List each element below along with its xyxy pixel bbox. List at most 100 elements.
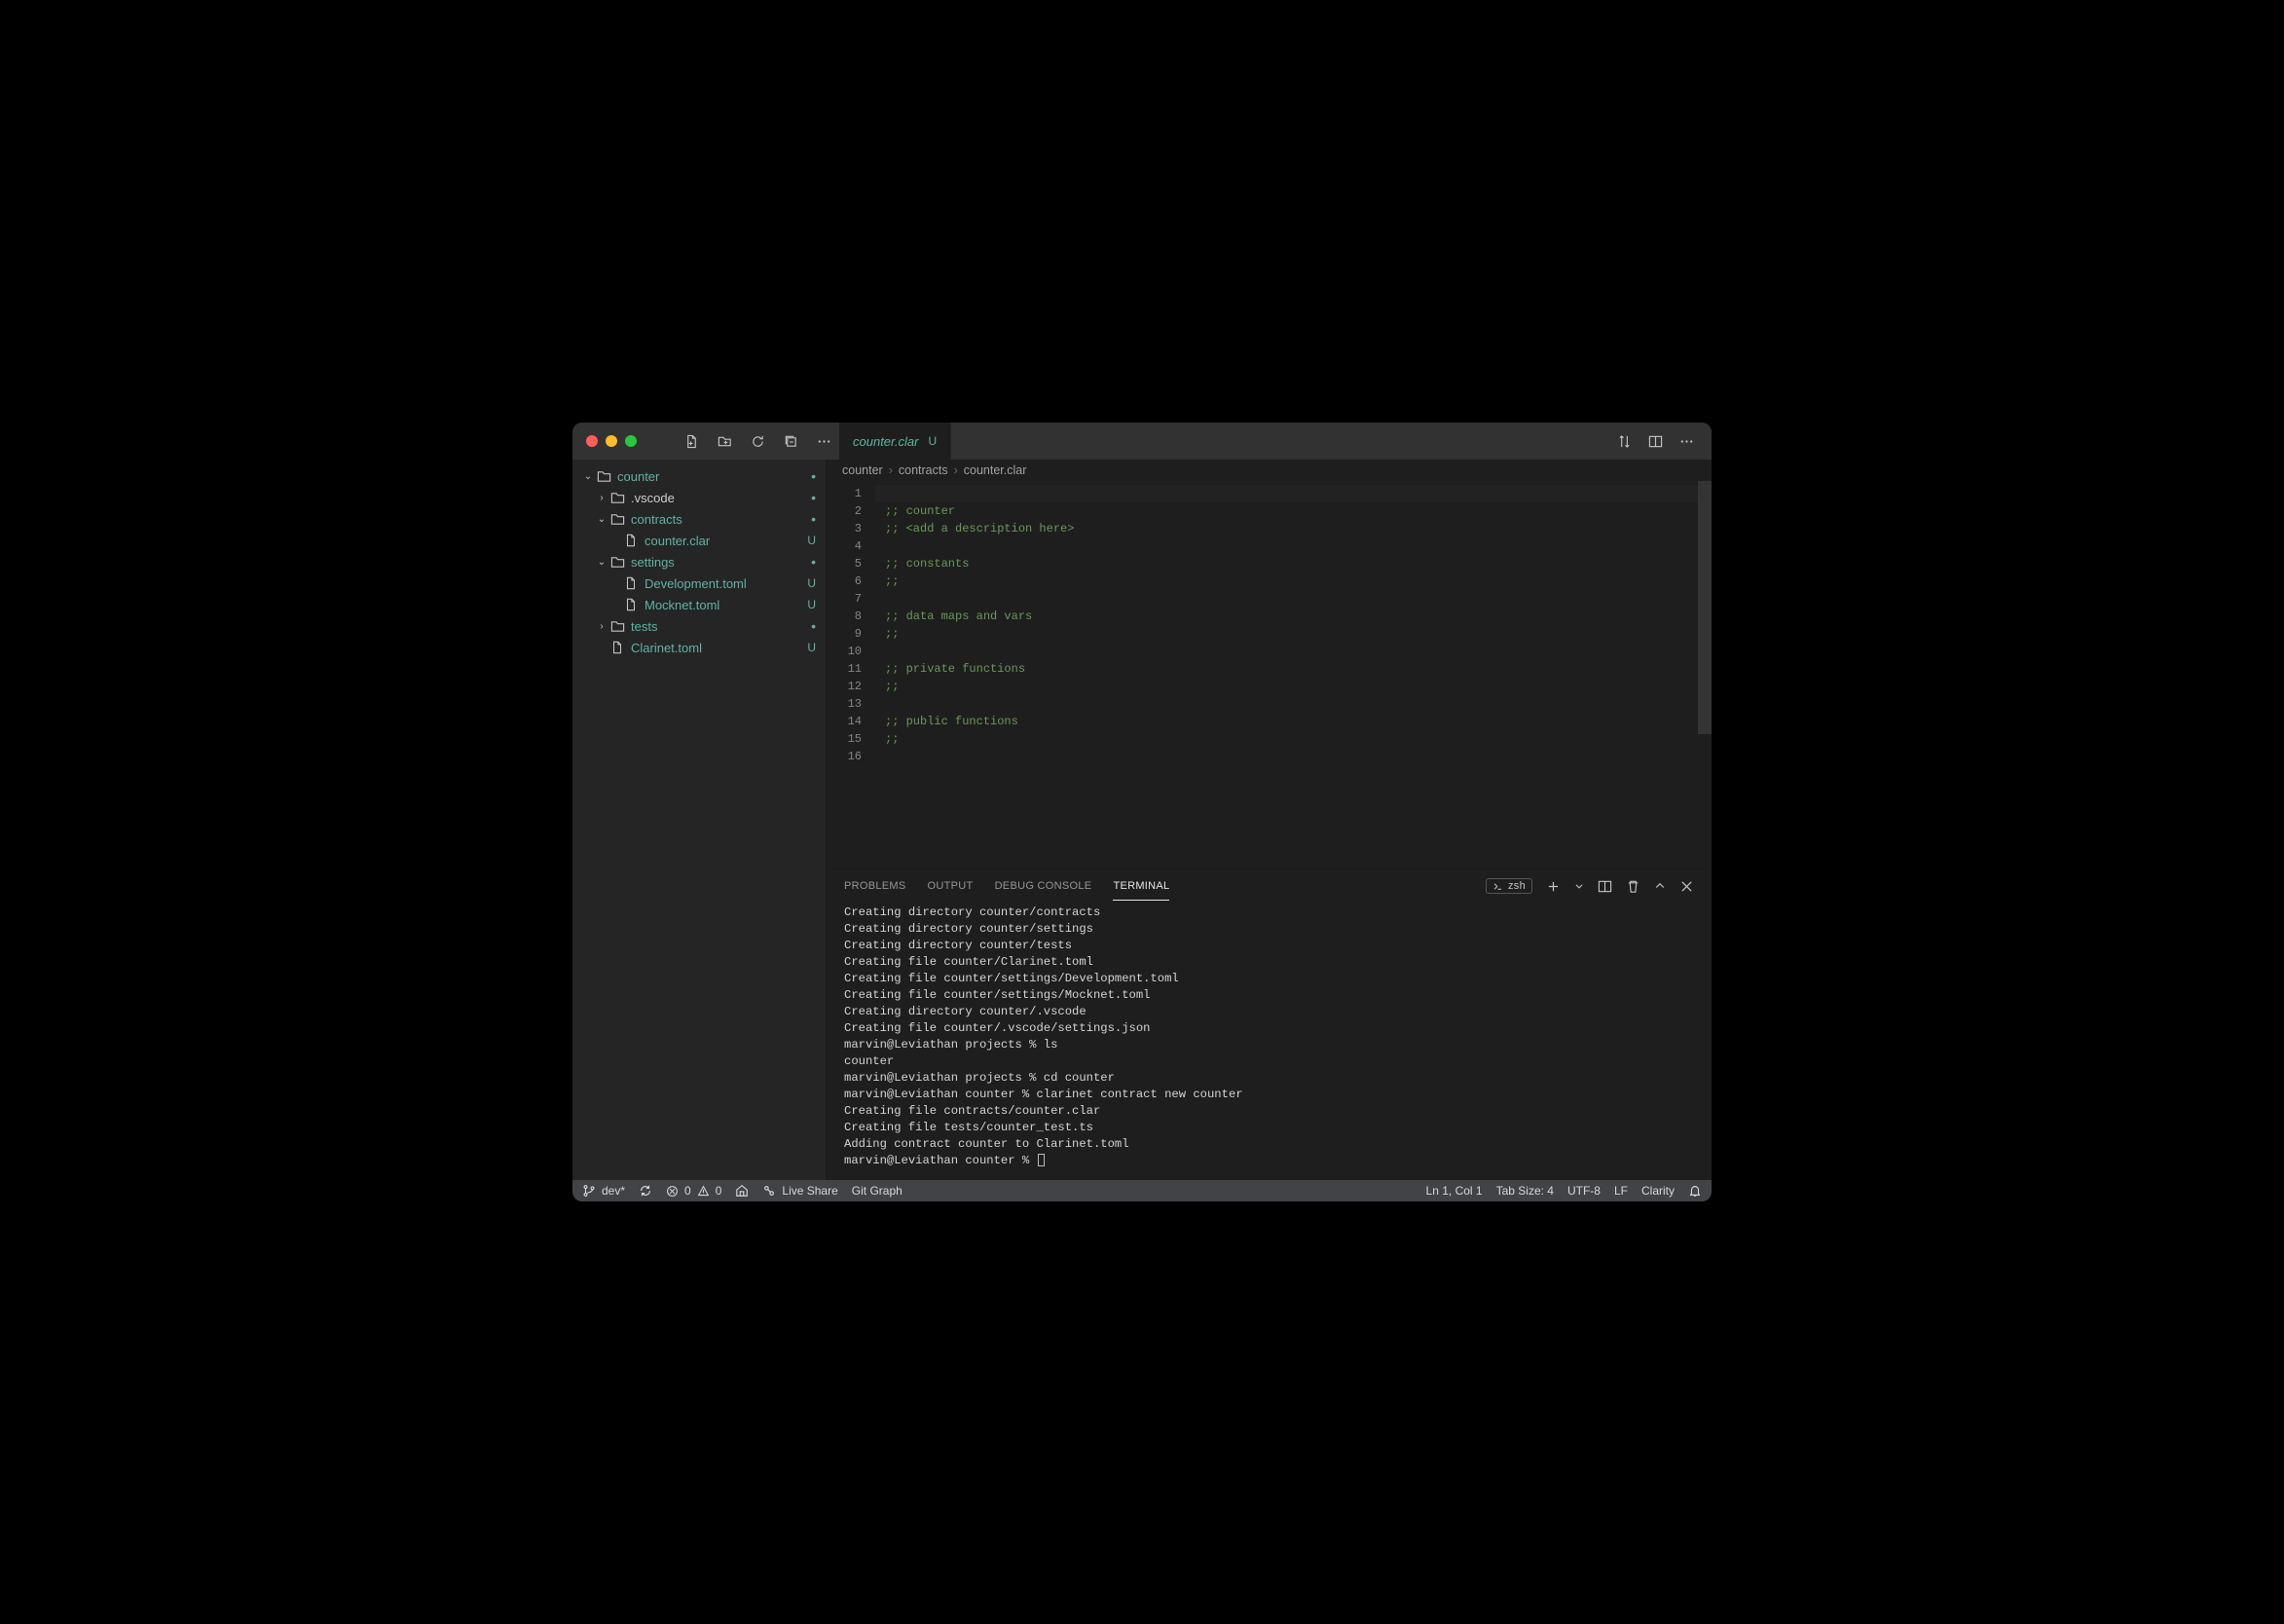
terminal-line: marvin@Leviathan projects % ls	[844, 1037, 1694, 1053]
status-encoding[interactable]: UTF-8	[1567, 1184, 1601, 1198]
code-line[interactable]: ;;	[875, 572, 1698, 590]
breadcrumb-item[interactable]: contracts	[899, 463, 948, 477]
kill-terminal-icon[interactable]	[1626, 879, 1640, 894]
status-cursor-position[interactable]: Ln 1, Col 1	[1426, 1184, 1483, 1198]
status-eol[interactable]: LF	[1614, 1184, 1628, 1198]
code-line[interactable]: ;; private functions	[875, 660, 1698, 678]
editor-scrollbar[interactable]	[1698, 481, 1712, 868]
tree-file[interactable]: Development.tomlU	[572, 572, 826, 594]
code-content[interactable]: ;; counter;; <add a description here> ;; …	[875, 481, 1698, 868]
folder-icon	[596, 468, 611, 484]
new-file-icon[interactable]	[683, 433, 699, 449]
code-line[interactable]: ;; <add a description here>	[875, 520, 1698, 537]
tree-folder[interactable]: ⌄counter•	[572, 465, 826, 487]
line-number: 11	[827, 660, 862, 678]
line-number: 15	[827, 730, 862, 748]
split-terminal-icon[interactable]	[1598, 879, 1612, 894]
editor-tabs: counter.clar U	[839, 423, 951, 460]
terminal-line: Creating directory counter/settings	[844, 921, 1694, 938]
tree-file[interactable]: Mocknet.tomlU	[572, 594, 826, 615]
breadcrumbs[interactable]: counter › contracts › counter.clar	[827, 460, 1712, 481]
split-editor-icon[interactable]	[1647, 433, 1663, 449]
chevron-down-icon[interactable]: ⌄	[594, 514, 609, 525]
code-line[interactable]: ;; public functions	[875, 713, 1698, 730]
chevron-down-icon[interactable]: ⌄	[580, 471, 596, 482]
tree-file[interactable]: Clarinet.tomlU	[572, 637, 826, 658]
panel-tab-output[interactable]: OUTPUT	[928, 872, 974, 900]
chevron-right-icon[interactable]: ›	[594, 493, 609, 503]
tree-folder[interactable]: ⌄settings•	[572, 551, 826, 572]
new-terminal-icon[interactable]	[1546, 879, 1561, 894]
code-line[interactable]: ;; data maps and vars	[875, 608, 1698, 625]
editor[interactable]: 12345678910111213141516 ;; counter;; <ad…	[827, 481, 1712, 868]
tree-label: .vscode	[631, 491, 802, 505]
terminal-output[interactable]: Creating directory counter/contractsCrea…	[827, 903, 1712, 1180]
panel-tab-terminal[interactable]: TERMINAL	[1113, 872, 1169, 901]
refresh-icon[interactable]	[750, 433, 765, 449]
tree-folder[interactable]: ›.vscode•	[572, 487, 826, 508]
code-line[interactable]	[875, 485, 1698, 502]
chevron-right-icon[interactable]: ›	[594, 621, 609, 632]
file-icon	[623, 533, 639, 548]
tree-folder[interactable]: ⌄contracts•	[572, 508, 826, 530]
line-number: 14	[827, 713, 862, 730]
breadcrumb-item[interactable]: counter.clar	[964, 463, 1027, 477]
code-line[interactable]: ;; counter	[875, 502, 1698, 520]
code-line[interactable]	[875, 537, 1698, 555]
window-minimize-button[interactable]	[606, 435, 617, 447]
scrollbar-thumb[interactable]	[1698, 481, 1712, 734]
compare-icon[interactable]	[1616, 433, 1632, 449]
code-line[interactable]: ;;	[875, 730, 1698, 748]
status-sync[interactable]	[639, 1184, 652, 1198]
maximize-panel-icon[interactable]	[1654, 880, 1666, 892]
terminal-shell-indicator[interactable]: zsh	[1486, 878, 1532, 894]
status-problems[interactable]: 0 0	[666, 1184, 721, 1198]
folder-icon	[609, 618, 625, 634]
status-live-share[interactable]: Live Share	[762, 1184, 837, 1198]
status-tab-size[interactable]: Tab Size: 4	[1496, 1184, 1554, 1198]
code-line[interactable]	[875, 590, 1698, 608]
line-number: 13	[827, 695, 862, 713]
file-explorer[interactable]: ⌄counter• › .vscode• ⌄contracts•counter.cla…	[572, 460, 826, 1180]
code-line[interactable]	[875, 748, 1698, 765]
tree-label: tests	[631, 619, 802, 634]
panel-tab-debug-console[interactable]: DEBUG CONSOLE	[995, 872, 1092, 900]
window-close-button[interactable]	[586, 435, 598, 447]
status-git-graph[interactable]: Git Graph	[852, 1184, 903, 1198]
line-number: 16	[827, 748, 862, 765]
branch-name: dev*	[602, 1184, 625, 1198]
tree-folder[interactable]: ›tests•	[572, 615, 826, 637]
folder-icon	[609, 554, 625, 570]
more-icon[interactable]	[816, 433, 831, 449]
code-line[interactable]: ;;	[875, 678, 1698, 695]
breadcrumb-item[interactable]: counter	[842, 463, 883, 477]
collapse-all-icon[interactable]	[783, 433, 798, 449]
terminal-line: marvin@Leviathan counter %	[844, 1153, 1694, 1169]
terminal-line: Creating directory counter/contracts	[844, 904, 1694, 921]
line-number: 1	[827, 485, 862, 502]
chevron-down-icon[interactable]: ⌄	[594, 557, 609, 568]
line-number: 12	[827, 678, 862, 695]
code-line[interactable]: ;; constants	[875, 555, 1698, 572]
panel-tab-problems[interactable]: PROBLEMS	[844, 872, 906, 900]
tree-file[interactable]: counter.clarU	[572, 530, 826, 551]
vscode-window: counter.clar U ⌄counter•›.vscode•⌄contra…	[572, 423, 1712, 1201]
code-line[interactable]	[875, 695, 1698, 713]
status-language[interactable]: Clarity	[1641, 1184, 1675, 1198]
status-notifications-icon[interactable]	[1688, 1184, 1702, 1198]
more-actions-icon[interactable]	[1678, 433, 1694, 449]
status-home-icon[interactable]	[735, 1184, 749, 1198]
new-folder-icon[interactable]	[717, 433, 732, 449]
git-status-indicator: •	[802, 469, 816, 484]
editor-tab[interactable]: counter.clar U	[839, 423, 951, 460]
window-maximize-button[interactable]	[625, 435, 637, 447]
titlebar: counter.clar U	[572, 423, 1712, 460]
terminal-line: Creating file tests/counter_test.ts	[844, 1120, 1694, 1136]
terminal-cursor	[1038, 1154, 1045, 1166]
status-branch[interactable]: dev*	[582, 1184, 625, 1198]
code-line[interactable]	[875, 643, 1698, 660]
close-panel-icon[interactable]	[1679, 879, 1694, 894]
code-line[interactable]: ;;	[875, 625, 1698, 643]
terminal-dropdown-icon[interactable]	[1574, 881, 1584, 891]
tree-label: Development.toml	[645, 576, 802, 591]
